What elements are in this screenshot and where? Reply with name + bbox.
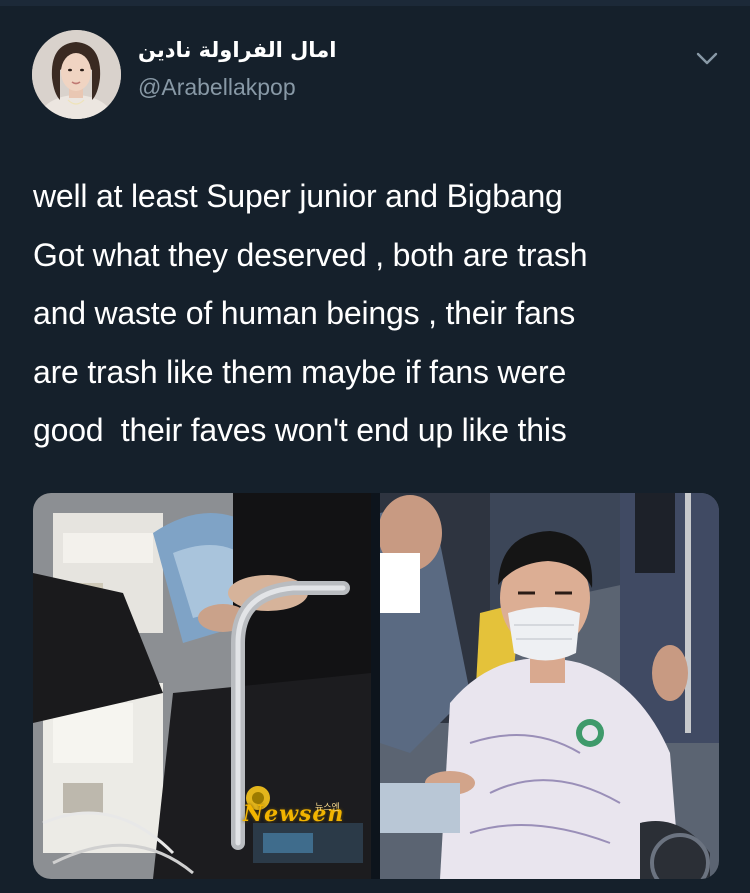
tweet-text-line: good their faves won't end up like this xyxy=(33,412,567,448)
tweet-text-line: and waste of human beings , their fans xyxy=(33,295,576,331)
avatar-image xyxy=(32,30,121,119)
top-divider xyxy=(0,0,750,6)
avatar[interactable] xyxy=(32,30,121,119)
display-name[interactable]: امال الفراولة نادين xyxy=(138,38,338,62)
tweet-text-line: well at least Super junior and Bigbang xyxy=(33,178,563,214)
watermark-caption: 뉴스엔 xyxy=(315,802,340,812)
tweet-media: Newsen 뉴스엔 xyxy=(33,493,719,879)
media-photo-right[interactable] xyxy=(380,493,719,879)
media-photo-left[interactable]: Newsen 뉴스엔 xyxy=(33,493,371,879)
chevron-down-icon[interactable] xyxy=(690,44,724,72)
tweet-text-line: are trash like them maybe if fans were xyxy=(33,353,567,390)
username-handle[interactable]: @Arabellakpop xyxy=(138,74,296,101)
tweet-text-line: Got what they deserved , both are trash xyxy=(33,236,588,273)
tweet-text: well at least Super junior and Bigbang G… xyxy=(33,167,723,460)
